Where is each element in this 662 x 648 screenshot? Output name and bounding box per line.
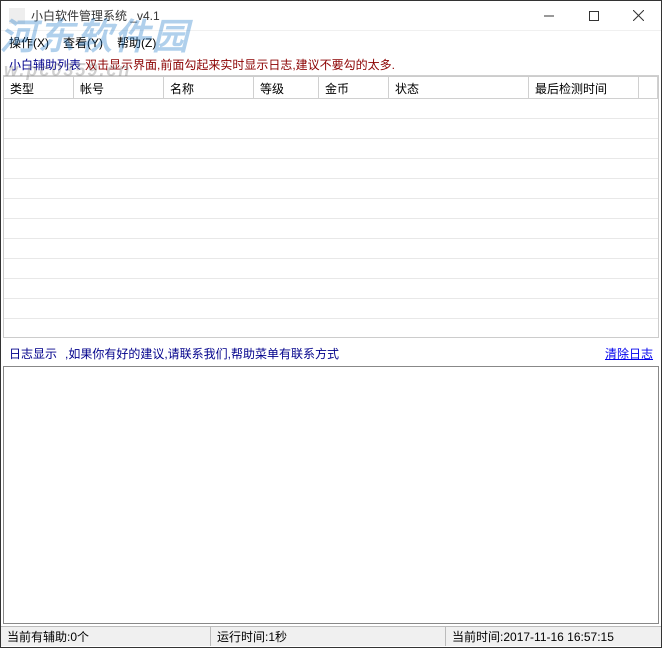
- table-row[interactable]: [4, 299, 658, 319]
- col-name[interactable]: 名称: [164, 77, 254, 98]
- table-row[interactable]: [4, 239, 658, 259]
- log-header: 日志显示 ,如果你有好的建议,请联系我们,帮助菜单有联系方式 清除日志: [1, 342, 661, 364]
- helper-list-hint: 双击显示界面,前面勾起来实时显示日志,建议不要勾的太多.: [85, 56, 395, 73]
- col-type[interactable]: 类型: [4, 77, 74, 98]
- table-row[interactable]: [4, 99, 658, 119]
- menu-help[interactable]: 帮助(Z): [117, 34, 156, 51]
- table-row[interactable]: [4, 279, 658, 299]
- maximize-button[interactable]: [571, 1, 616, 31]
- menu-view[interactable]: 查看(Y): [63, 34, 103, 51]
- maximize-icon: [589, 11, 599, 21]
- table-row[interactable]: [4, 259, 658, 279]
- status-helper-count: 当前有辅助: 0个: [1, 627, 211, 646]
- minimize-icon: [544, 11, 554, 21]
- log-hint: ,如果你有好的建议,请联系我们,帮助菜单有联系方式: [65, 345, 339, 362]
- status-now: 当前时间: 2017-11-16 16:57:15: [446, 627, 661, 646]
- window-controls: [526, 1, 661, 31]
- menu-operate[interactable]: 操作(X): [9, 34, 49, 51]
- close-icon: [633, 10, 644, 21]
- window-title: 小白软件管理系统 _v4.1: [31, 7, 526, 24]
- status-runtime-label: 运行时间:: [217, 628, 268, 645]
- statusbar: 当前有辅助: 0个 运行时间: 1秒 当前时间: 2017-11-16 16:5…: [1, 626, 661, 646]
- table-row[interactable]: [4, 139, 658, 159]
- status-runtime-value: 1秒: [268, 628, 287, 645]
- table-row[interactable]: [4, 319, 658, 338]
- helper-table[interactable]: 类型 帐号 名称 等级 金币 状态 最后检测时间: [3, 76, 659, 338]
- log-textarea[interactable]: [3, 366, 659, 624]
- col-status[interactable]: 状态: [389, 77, 529, 98]
- col-account[interactable]: 帐号: [74, 77, 164, 98]
- col-lastcheck[interactable]: 最后检测时间: [529, 77, 639, 98]
- menubar: 操作(X) 查看(Y) 帮助(Z): [1, 31, 661, 53]
- col-extra[interactable]: [639, 77, 658, 98]
- minimize-button[interactable]: [526, 1, 571, 31]
- table-row[interactable]: [4, 119, 658, 139]
- titlebar: 小白软件管理系统 _v4.1: [1, 1, 661, 31]
- close-button[interactable]: [616, 1, 661, 31]
- status-now-value: 2017-11-16 16:57:15: [503, 630, 614, 644]
- app-icon: [9, 8, 25, 24]
- status-helper-label: 当前有辅助:: [7, 628, 70, 645]
- table-body: [4, 99, 658, 338]
- clear-log-link[interactable]: 清除日志: [605, 345, 653, 362]
- table-row[interactable]: [4, 159, 658, 179]
- log-title: 日志显示: [9, 345, 57, 362]
- table-row[interactable]: [4, 199, 658, 219]
- table-header: 类型 帐号 名称 等级 金币 状态 最后检测时间: [4, 77, 658, 99]
- status-now-label: 当前时间:: [452, 628, 503, 645]
- col-gold[interactable]: 金币: [319, 77, 389, 98]
- status-helper-value: 0个: [70, 628, 89, 645]
- col-level[interactable]: 等级: [254, 77, 319, 98]
- helper-list-label: 小白辅助列表: [9, 56, 81, 73]
- status-runtime: 运行时间: 1秒: [211, 627, 446, 646]
- table-row[interactable]: [4, 179, 658, 199]
- table-row[interactable]: [4, 219, 658, 239]
- info-bar: 小白辅助列表 双击显示界面,前面勾起来实时显示日志,建议不要勾的太多.: [1, 53, 661, 75]
